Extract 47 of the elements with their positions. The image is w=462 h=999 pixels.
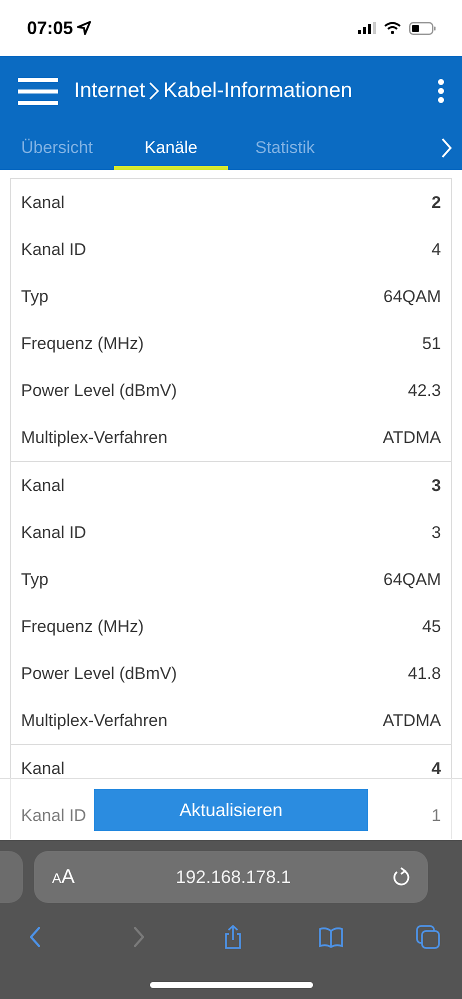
menu-icon[interactable]	[18, 78, 58, 104]
breadcrumb-item: Kabel-Informationen	[163, 78, 352, 104]
field-label: Typ	[21, 286, 48, 308]
chevron-right-icon[interactable]	[441, 137, 452, 159]
location-arrow-icon	[77, 21, 92, 35]
field-label: Frequenz (MHz)	[21, 332, 144, 355]
battery-icon	[409, 22, 436, 34]
clock-time: 07:05	[27, 16, 74, 40]
wifi-icon	[384, 22, 401, 34]
more-options-icon[interactable]	[438, 79, 444, 103]
field-label: Typ	[21, 568, 48, 591]
field-label: Kanal ID	[21, 522, 86, 544]
field-value: ATDMA	[382, 426, 441, 449]
field-value: 45	[422, 616, 441, 638]
channel-number: 2	[432, 192, 441, 214]
field-value: 4	[432, 238, 441, 261]
field-label: Kanal	[21, 192, 64, 214]
channel-number: 3	[432, 474, 441, 497]
field-value: 1	[432, 804, 441, 827]
field-value: 51	[422, 332, 441, 355]
address-bar[interactable]: AA 192.168.178.1	[34, 851, 428, 903]
url-text: 192.168.178.1	[176, 866, 291, 888]
field-label: Multiplex-Verfahren	[21, 426, 168, 449]
field-label: Kanal	[21, 474, 64, 497]
field-label: Kanal ID	[21, 238, 86, 261]
text-size-button[interactable]: AA	[52, 862, 75, 892]
chevron-right-icon	[149, 81, 160, 101]
field-label: Power Level (dBmV)	[21, 662, 177, 685]
reload-icon[interactable]	[392, 867, 410, 887]
field-value: 42.3	[408, 380, 441, 402]
field-value: 41.8	[408, 662, 441, 685]
field-label: Power Level (dBmV)	[21, 380, 177, 402]
book-icon[interactable]	[318, 925, 342, 949]
field-value: ATDMA	[382, 710, 441, 732]
field-value: 3	[432, 522, 441, 544]
refresh-button[interactable]: Aktualisieren	[94, 789, 368, 831]
tab[interactable]: Kanäle	[114, 126, 228, 170]
channel-number: 4	[432, 758, 441, 780]
breadcrumb-item[interactable]: Internet	[74, 75, 146, 107]
field-label: Frequenz (MHz)	[21, 616, 144, 638]
field-value: 64QAM	[383, 568, 441, 591]
field-label: Kanal	[21, 758, 64, 780]
field-value: 64QAM	[383, 286, 441, 308]
signal-icon	[358, 22, 376, 34]
field-label: Kanal ID	[21, 804, 86, 827]
field-label: Multiplex-Verfahren	[21, 710, 168, 732]
tabs-icon[interactable]	[416, 925, 440, 949]
